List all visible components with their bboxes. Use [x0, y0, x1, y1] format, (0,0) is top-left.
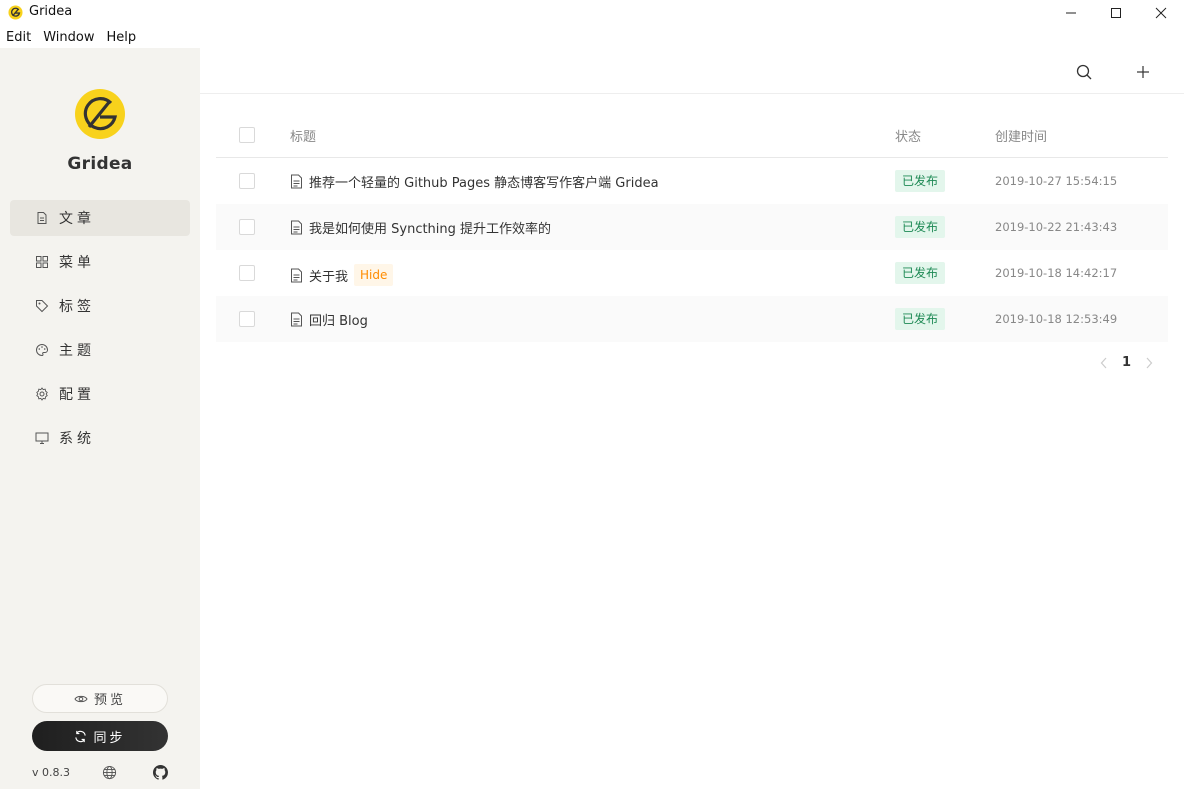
main-content: 标题 状态 创建时间 推荐一个轻量的 Github Pages 静态博客写作客户…: [200, 48, 1184, 789]
sidebar-item-tags[interactable]: 标签: [10, 288, 190, 324]
minimize-button[interactable]: [1048, 0, 1094, 26]
preview-label: 预览: [93, 693, 126, 708]
status-badge: 已发布: [895, 262, 946, 284]
gear-icon: [36, 387, 48, 401]
menu-help[interactable]: Help: [100, 28, 142, 48]
post-title: 关于我: [309, 269, 349, 285]
sidebar-item-label: 系统: [59, 431, 95, 447]
sidebar-item-theme[interactable]: 主题: [10, 332, 190, 368]
hide-tag: Hide: [354, 264, 394, 286]
select-all-checkbox[interactable]: [239, 127, 255, 143]
header-created: 创建时间: [995, 130, 1048, 145]
document-icon: [291, 220, 302, 235]
post-title: 推荐一个轻量的 Github Pages 静态博客写作客户端 Gridea: [309, 176, 659, 191]
sidebar-item-settings[interactable]: 配置: [10, 376, 190, 412]
created-date: 2019-10-18 14:42:17: [995, 266, 1118, 280]
github-icon[interactable]: [153, 765, 168, 780]
post-title-cell[interactable]: 回归 Blog: [290, 310, 368, 329]
post-title-cell[interactable]: 关于我 Hide: [290, 264, 394, 286]
sidebar-item-articles[interactable]: 文章: [10, 200, 190, 236]
row-checkbox[interactable]: [239, 219, 255, 235]
status-badge: 已发布: [895, 170, 946, 192]
table-row[interactable]: 我是如何使用 Syncthing 提升工作效率的 已发布 2019-10-22 …: [216, 204, 1168, 250]
title-bar: Gridea: [0, 0, 1184, 26]
status-badge: 已发布: [895, 308, 946, 330]
table-header: 标题 状态 创建时间: [216, 111, 1168, 158]
created-date: 2019-10-27 15:54:15: [995, 174, 1118, 188]
maximize-button[interactable]: [1093, 0, 1139, 26]
header-status: 状态: [895, 130, 922, 145]
brand-name: Gridea: [67, 154, 133, 174]
sidebar-item-label: 菜单: [59, 255, 95, 271]
sidebar-item-system[interactable]: 系统: [10, 420, 190, 456]
table-row[interactable]: 推荐一个轻量的 Github Pages 静态博客写作客户端 Gridea 已发…: [216, 158, 1168, 204]
sync-button[interactable]: 同步: [32, 721, 168, 751]
chevron-right-icon[interactable]: [1145, 357, 1153, 369]
table-row[interactable]: 回归 Blog 已发布 2019-10-18 12:53:49: [216, 296, 1168, 342]
sidebar-nav: 文章 菜单 标签 主题 配置 系统: [10, 200, 190, 464]
window-title: Gridea: [29, 4, 73, 19]
gridea-app-icon: [8, 5, 23, 20]
gridea-logo-icon: [75, 89, 125, 139]
row-checkbox[interactable]: [239, 311, 255, 327]
sync-label: 同步: [93, 730, 126, 746]
toolbar: [200, 48, 1184, 94]
row-checkbox[interactable]: [239, 173, 255, 189]
document-icon: [291, 268, 302, 282]
menu-bar: Edit Window Help: [0, 28, 142, 48]
maximize-icon: [1111, 8, 1121, 18]
header-title: 标题: [290, 130, 317, 145]
post-title-cell[interactable]: 我是如何使用 Syncthing 提升工作效率的: [290, 218, 551, 237]
sync-icon: [75, 730, 87, 742]
table-row[interactable]: 关于我 Hide 已发布 2019-10-18 14:42:17: [216, 250, 1168, 296]
eye-icon: [74, 695, 88, 702]
sidebar: Gridea 文章 菜单 标签 主题 配置 系统 预览 同步 v 0.8.3: [0, 48, 200, 789]
plus-icon[interactable]: [1136, 65, 1150, 79]
posts-table: 标题 状态 创建时间 推荐一个轻量的 Github Pages 静态博客写作客户…: [216, 111, 1168, 342]
document-icon: [291, 312, 302, 327]
grid-icon: [36, 256, 48, 268]
tag-icon: [36, 300, 49, 313]
minimize-icon: [1066, 12, 1076, 14]
sidebar-item-menu[interactable]: 菜单: [10, 244, 190, 280]
file-icon: [37, 212, 47, 224]
document-icon: [291, 174, 302, 189]
menu-edit[interactable]: Edit: [0, 28, 37, 48]
post-title-cell[interactable]: 推荐一个轻量的 Github Pages 静态博客写作客户端 Gridea: [290, 172, 659, 191]
page-number[interactable]: 1: [1122, 355, 1131, 370]
monitor-icon: [35, 432, 49, 444]
sidebar-item-label: 文章: [59, 211, 95, 227]
pagination: 1: [1100, 355, 1153, 370]
created-date: 2019-10-18 12:53:49: [995, 312, 1118, 326]
post-title: 我是如何使用 Syncthing 提升工作效率的: [309, 222, 552, 237]
post-title: 回归 Blog: [309, 314, 368, 329]
close-button[interactable]: [1138, 0, 1184, 26]
chevron-left-icon[interactable]: [1100, 357, 1108, 369]
palette-icon: [36, 343, 49, 357]
search-icon[interactable]: [1076, 64, 1092, 80]
menu-window[interactable]: Window: [37, 28, 100, 48]
sidebar-item-label: 标签: [59, 299, 95, 315]
close-icon: [1155, 7, 1167, 19]
sidebar-item-label: 配置: [59, 387, 95, 403]
preview-button[interactable]: 预览: [32, 684, 168, 713]
sidebar-item-label: 主题: [59, 343, 95, 359]
row-checkbox[interactable]: [239, 265, 255, 281]
status-badge: 已发布: [895, 216, 946, 238]
created-date: 2019-10-22 21:43:43: [995, 220, 1118, 234]
globe-icon[interactable]: [102, 765, 117, 780]
version-label: v 0.8.3: [32, 766, 70, 779]
